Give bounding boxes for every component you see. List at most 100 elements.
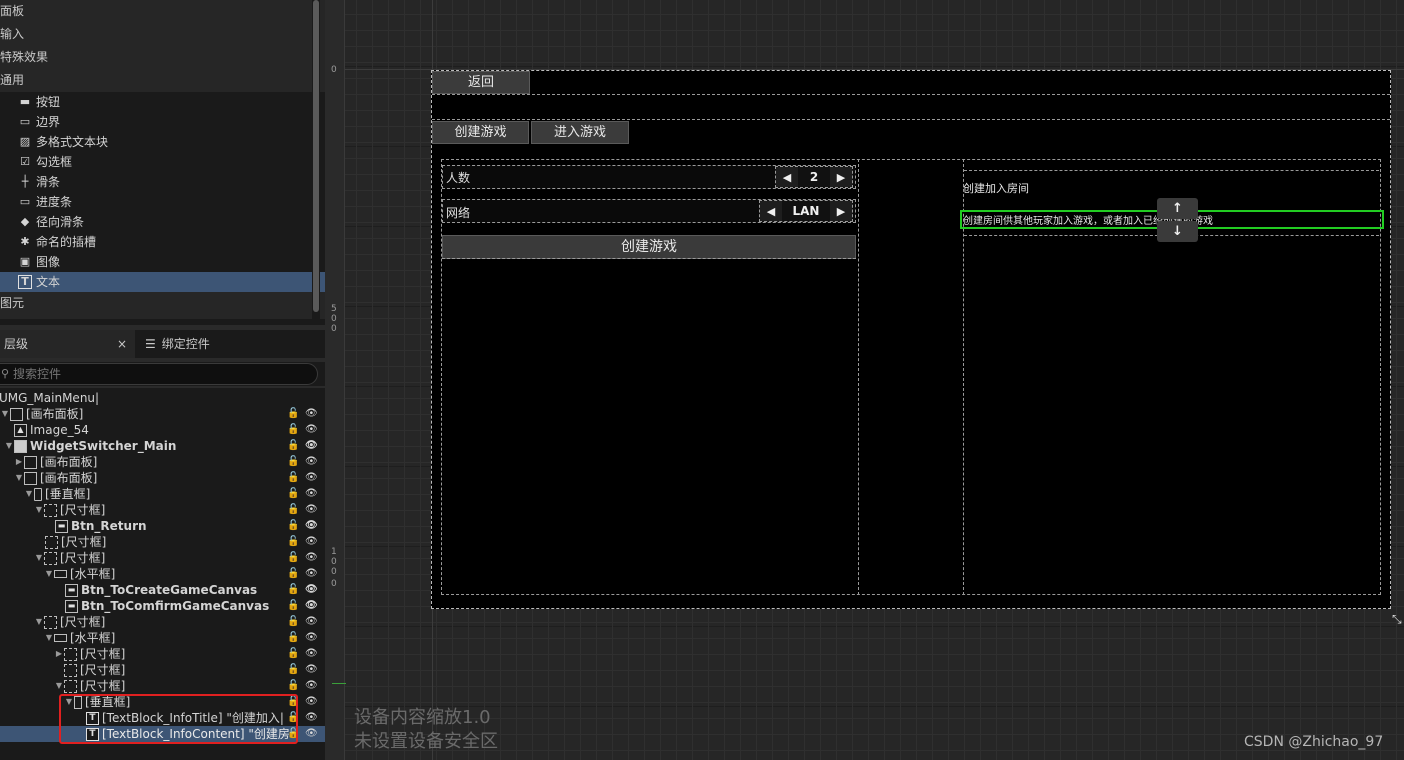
tree-row[interactable]: ▼ [尺寸框] 🔓 👁 <box>0 614 325 630</box>
tree-row[interactable]: ▼ [画布面板] 🔓 👁 <box>0 470 325 486</box>
expand-arrow-icon[interactable]: ▼ <box>34 614 44 630</box>
palette-item-border[interactable]: ▭ 边界 <box>0 112 325 132</box>
create-game-button[interactable]: 创建游戏 <box>442 235 856 259</box>
eye-icon[interactable]: 👁 <box>305 614 318 630</box>
lock-icon[interactable]: 🔓 <box>287 550 299 566</box>
tree-row[interactable]: ▬ Btn_ToCreateGameCanvas 🔓 👁 <box>0 582 325 598</box>
eye-icon[interactable]: 👁 <box>305 694 318 710</box>
palette-category-advanced[interactable]: 高级 <box>0 315 325 319</box>
expand-arrow-icon[interactable]: ▼ <box>44 630 54 646</box>
expand-arrow-icon[interactable]: ▼ <box>34 502 44 518</box>
palette-category-primitive[interactable]: 图元 <box>0 292 325 315</box>
palette-scrollbar-thumb[interactable] <box>313 0 319 312</box>
tab-create-game-button[interactable]: 创建游戏 <box>432 121 529 144</box>
tree-row[interactable]: ▼ WidgetSwitcher_Main 🔓 👁 <box>0 438 325 454</box>
arrow-right-icon[interactable]: ▶ <box>830 201 852 221</box>
palette-item-slider[interactable]: ┼ 滑条 <box>0 172 325 192</box>
eye-icon[interactable]: 👁 <box>305 422 318 438</box>
palette-category-effects[interactable]: 特殊效果 <box>0 46 325 69</box>
palette-item-image[interactable]: ▣ 图像 <box>0 252 325 272</box>
lock-icon[interactable]: 🔓 <box>287 614 299 630</box>
eye-icon[interactable]: 👁 <box>305 582 318 598</box>
move-down-icon[interactable]: ↓ <box>1157 221 1198 242</box>
tree-row[interactable]: ▼ [垂直框] 🔓 👁 <box>0 486 325 502</box>
tree-row[interactable]: ▼ [尺寸框] 🔓 👁 <box>0 550 325 566</box>
tab-bind-widgets[interactable]: ☰ 绑定控件 <box>135 330 210 358</box>
lock-icon[interactable]: 🔓 <box>287 422 299 438</box>
eye-icon[interactable]: 👁 <box>305 470 318 486</box>
expand-arrow-icon[interactable]: ▼ <box>4 438 14 454</box>
expand-arrow-icon[interactable]: ▼ <box>14 470 24 486</box>
eye-icon[interactable]: 👁 <box>305 534 318 550</box>
eye-icon[interactable]: 👁 <box>305 486 318 502</box>
lock-icon[interactable]: 🔓 <box>287 534 299 550</box>
palette-category-panel[interactable]: 面板 <box>0 0 325 23</box>
palette-item-radial-slider[interactable]: ◆ 径向滑条 <box>0 212 325 232</box>
tree-row[interactable]: ▬ Btn_ToComfirmGameCanvas 🔓 👁 <box>0 598 325 614</box>
eye-icon[interactable]: 👁 <box>305 406 318 422</box>
eye-icon[interactable]: 👁 <box>305 646 318 662</box>
lock-icon[interactable]: 🔓 <box>287 678 299 694</box>
lock-icon[interactable]: 🔓 <box>287 566 299 582</box>
lock-icon[interactable]: 🔓 <box>287 598 299 614</box>
eye-icon[interactable]: 👁 <box>305 630 318 646</box>
arrow-left-icon[interactable]: ◀ <box>776 167 798 187</box>
search-input[interactable] <box>0 363 318 385</box>
tree-row[interactable]: ▬ Btn_Return 🔓 👁 <box>0 518 325 534</box>
lock-icon[interactable]: 🔓 <box>287 470 299 486</box>
network-spinner[interactable]: ◀ LAN ▶ <box>759 200 853 222</box>
eye-icon[interactable]: 👁 <box>305 662 318 678</box>
palette-item-checkbox[interactable]: ☑ 勾选框 <box>0 152 325 172</box>
tree-row-root[interactable]: UMG_MainMenu | <box>0 390 322 406</box>
tree-row[interactable]: ▼ [尺寸框] 🔓 👁 <box>0 678 325 694</box>
move-up-icon[interactable]: ↑ <box>1157 198 1198 219</box>
eye-icon[interactable]: 👁 <box>305 502 318 518</box>
palette-item-named-slot[interactable]: ✱ 命名的插槽 <box>0 232 325 252</box>
tree-row[interactable]: ▼ [水平框] 🔓 👁 <box>0 630 325 646</box>
close-icon[interactable]: × <box>117 330 127 358</box>
info-title-text[interactable]: 创建加入房间 <box>963 180 1029 196</box>
lock-icon[interactable]: 🔓 <box>287 486 299 502</box>
expand-arrow-icon[interactable]: ▼ <box>0 406 10 422</box>
tree-row[interactable]: [尺寸框] 🔓 👁 <box>0 534 325 550</box>
tab-join-game-button[interactable]: 进入游戏 <box>531 121 629 144</box>
tree-row[interactable]: ▼ [尺寸框] 🔓 👁 <box>0 502 325 518</box>
lock-icon[interactable]: 🔓 <box>287 406 299 422</box>
tree-row[interactable]: ▶ [画布面板] 🔓 👁 <box>0 454 325 470</box>
lock-icon[interactable]: 🔓 <box>287 662 299 678</box>
expand-arrow-icon[interactable]: ▼ <box>24 486 34 502</box>
expand-arrow-icon[interactable]: ▼ <box>54 678 64 694</box>
eye-icon[interactable]: 👁 <box>305 710 318 726</box>
expand-arrow-icon[interactable]: ▶ <box>54 646 64 662</box>
eye-icon[interactable]: 👁 <box>305 438 318 454</box>
resize-handle-icon[interactable]: ⤡ <box>1392 612 1402 627</box>
expand-arrow-icon[interactable]: ▼ <box>44 566 54 582</box>
eye-icon[interactable]: 👁 <box>305 550 318 566</box>
palette-item-button[interactable]: ▬ 按钮 <box>0 92 325 112</box>
eye-icon[interactable]: 👁 <box>305 726 318 742</box>
eye-icon[interactable]: 👁 <box>305 678 318 694</box>
eye-icon[interactable]: 👁 <box>305 566 318 582</box>
palette-item-progressbar[interactable]: ▭ 进度条 <box>0 192 325 212</box>
players-spinner[interactable]: ◀ 2 ▶ <box>775 166 853 188</box>
return-button[interactable]: 返回 <box>432 71 530 94</box>
lock-icon[interactable]: 🔓 <box>287 518 299 534</box>
arrow-left-icon[interactable]: ◀ <box>760 201 782 221</box>
eye-icon[interactable]: 👁 <box>305 598 318 614</box>
tree-row[interactable]: ▼ [画布面板] 🔓 👁 <box>0 406 325 422</box>
lock-icon[interactable]: 🔓 <box>287 646 299 662</box>
palette-item-text[interactable]: T 文本 <box>0 272 325 292</box>
lock-icon[interactable]: 🔓 <box>287 454 299 470</box>
tab-hierarchy[interactable]: 层级 × <box>0 330 135 358</box>
palette-item-richtext[interactable]: ▨ 多格式文本块 <box>0 132 325 152</box>
lock-icon[interactable]: 🔓 <box>287 502 299 518</box>
palette-category-input[interactable]: 输入 <box>0 23 325 46</box>
lock-icon[interactable]: 🔓 <box>287 582 299 598</box>
lock-icon[interactable]: 🔓 <box>287 438 299 454</box>
tree-row[interactable]: [尺寸框] 🔓 👁 <box>0 662 325 678</box>
tree-row[interactable]: ▶ [尺寸框] 🔓 👁 <box>0 646 325 662</box>
lock-icon[interactable]: 🔓 <box>287 630 299 646</box>
eye-icon[interactable]: 👁 <box>305 518 318 534</box>
palette-category-common[interactable]: 通用 <box>0 69 325 92</box>
expand-arrow-icon[interactable]: ▶ <box>14 454 24 470</box>
